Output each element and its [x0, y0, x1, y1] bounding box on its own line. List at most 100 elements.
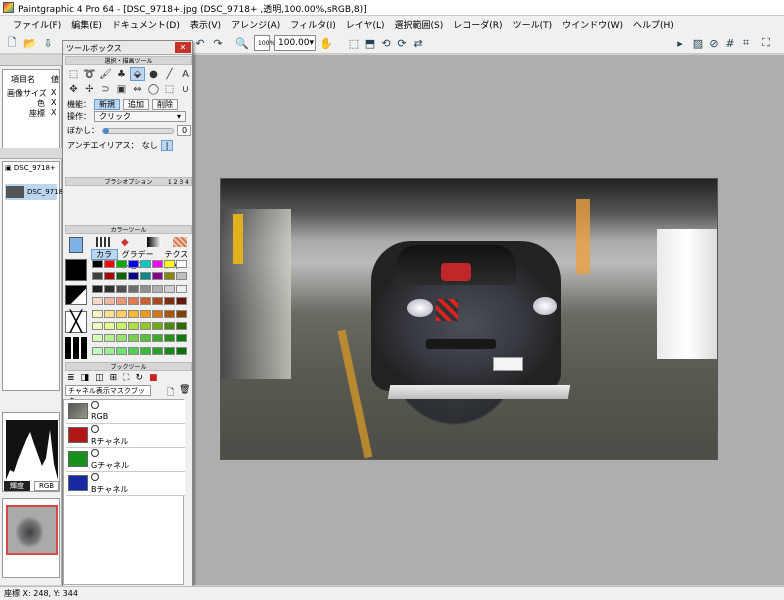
palette-swatch[interactable]: [152, 260, 163, 268]
eye-icon[interactable]: [91, 425, 99, 433]
palette-swatch[interactable]: [164, 272, 175, 281]
menu-view[interactable]: 表示(V): [185, 16, 226, 32]
navigator-thumbnail[interactable]: [6, 505, 58, 555]
rotate-left-icon[interactable]: ⟲: [378, 35, 394, 51]
palette-swatch[interactable]: [128, 309, 139, 318]
grid-off-icon[interactable]: ⊘: [706, 35, 722, 51]
palette-swatch[interactable]: [140, 334, 151, 343]
zoom-select[interactable]: 100.00 ▾: [274, 35, 316, 51]
palette-swatch[interactable]: [164, 346, 175, 355]
eye-icon[interactable]: [91, 473, 99, 481]
file-item[interactable]: ▣ DSC_9718+: [5, 164, 56, 172]
mode-new-button[interactable]: 新規: [94, 99, 120, 110]
palette-swatch[interactable]: [176, 284, 187, 293]
brush-tool-icon[interactable]: 🖌: [98, 67, 113, 81]
brush-tab[interactable]: 4: [185, 179, 189, 186]
palette-swatch[interactable]: [128, 260, 139, 268]
palette-swatch[interactable]: [128, 334, 139, 343]
blur-slider-thumb[interactable]: [103, 127, 109, 134]
color-mode-icon[interactable]: [69, 237, 83, 253]
section-book-tools[interactable]: ブックツール: [65, 362, 192, 371]
palette-swatch[interactable]: [176, 321, 187, 330]
zoom-100-button[interactable]: 100%: [254, 35, 275, 51]
background-color[interactable]: [65, 285, 87, 305]
redo-icon[interactable]: ↷: [210, 35, 226, 51]
palette-swatch[interactable]: [152, 334, 163, 343]
palette-swatch[interactable]: [104, 346, 115, 355]
refresh-icon[interactable]: ↻: [135, 373, 143, 383]
rotate-right-icon[interactable]: ⟳: [394, 35, 410, 51]
palette-swatch[interactable]: [164, 284, 175, 293]
zoom-icon[interactable]: 🔍: [234, 35, 250, 51]
section-select-tools[interactable]: 選択・描画ツール: [65, 56, 192, 65]
palette-swatch[interactable]: [140, 284, 151, 293]
mode-add-button[interactable]: 追加: [123, 99, 149, 110]
palette-swatch[interactable]: [92, 284, 103, 293]
marquee-tool-icon[interactable]: ⬚: [66, 67, 81, 81]
section-brush-options[interactable]: ブラシオプション 1 2 3 4: [65, 177, 192, 186]
palette-swatch[interactable]: [140, 297, 151, 306]
antialias-on[interactable]: |: [160, 140, 174, 151]
palette-swatch[interactable]: [92, 346, 103, 355]
palette-swatch[interactable]: [164, 297, 175, 306]
palette-grid-icon[interactable]: [96, 237, 110, 247]
bucket-tool-icon[interactable]: ⬙: [130, 67, 145, 81]
palette-swatch[interactable]: [164, 309, 175, 318]
layer-item[interactable]: DSC_9718: [5, 184, 63, 200]
palette-swatch[interactable]: [92, 309, 103, 318]
palette-swatch[interactable]: [92, 321, 103, 330]
lasso-tool-icon[interactable]: ➰: [82, 67, 97, 81]
image-canvas[interactable]: [220, 178, 718, 460]
no-color-icon[interactable]: ╳: [65, 311, 87, 333]
palette-swatch[interactable]: [152, 284, 163, 293]
menu-help[interactable]: ヘルプ(H): [628, 16, 679, 32]
palette-swatch[interactable]: [116, 309, 127, 318]
texture-icon[interactable]: [173, 237, 187, 247]
brush-tabs[interactable]: 1 2 3 4: [168, 178, 189, 187]
select-all-icon[interactable]: ⬚: [346, 35, 362, 51]
palette-swatch[interactable]: [92, 272, 103, 281]
palette-swatch[interactable]: [140, 309, 151, 318]
move-tool-icon[interactable]: ✥: [66, 82, 81, 96]
eye-icon[interactable]: [91, 401, 99, 409]
tab-color[interactable]: カラー: [91, 249, 118, 269]
color-wheel-icon[interactable]: ◆: [121, 237, 129, 248]
toolbox-title[interactable]: ツールボックス: [63, 41, 192, 55]
palette-swatch[interactable]: [152, 297, 163, 306]
palette-swatch[interactable]: [152, 272, 163, 281]
menu-tools[interactable]: ツール(T): [508, 16, 558, 32]
channel-row[interactable]: Bチャネル: [66, 472, 185, 496]
shape-tool-icon[interactable]: ▣: [114, 82, 129, 96]
line-tool-icon[interactable]: ╱: [162, 67, 177, 81]
palette-swatch[interactable]: [152, 321, 163, 330]
palette-swatch[interactable]: [104, 334, 115, 343]
text-tool-icon[interactable]: A: [178, 67, 193, 81]
palette-swatch[interactable]: [116, 321, 127, 330]
palette-swatch[interactable]: [152, 309, 163, 318]
palette-swatch[interactable]: [140, 346, 151, 355]
palette-swatch[interactable]: [104, 272, 115, 281]
palette-swatch[interactable]: [164, 260, 175, 268]
hand-icon[interactable]: ✋: [318, 35, 334, 51]
palette-swatch[interactable]: [116, 297, 127, 306]
palette-swatch[interactable]: [128, 297, 139, 306]
menu-arrange[interactable]: アレンジ(A): [226, 16, 285, 32]
palette-swatch[interactable]: [164, 321, 175, 330]
palette-swatch[interactable]: [176, 346, 187, 355]
hist-tab-luminance[interactable]: 輝度: [4, 481, 30, 491]
menu-window[interactable]: ウインドウ(W): [557, 16, 628, 32]
gradient-icon[interactable]: [147, 237, 161, 247]
palette-swatch[interactable]: [128, 284, 139, 293]
palette-swatch[interactable]: [116, 260, 127, 268]
section-color-tools[interactable]: カラーツール: [65, 225, 192, 234]
palette-swatch[interactable]: [164, 334, 175, 343]
foreground-color[interactable]: [65, 259, 87, 281]
play-icon[interactable]: ▸: [672, 35, 688, 51]
fit-window-icon[interactable]: ⛶: [758, 35, 774, 51]
ellipse-tool-icon[interactable]: ◯: [146, 82, 161, 96]
palette-swatch[interactable]: [116, 284, 127, 293]
new-file-icon[interactable]: 🗋: [4, 35, 20, 51]
blur-input[interactable]: 0: [177, 125, 191, 136]
mask-icon[interactable]: ◫: [95, 373, 104, 383]
download-icon[interactable]: ⇩: [40, 35, 56, 51]
